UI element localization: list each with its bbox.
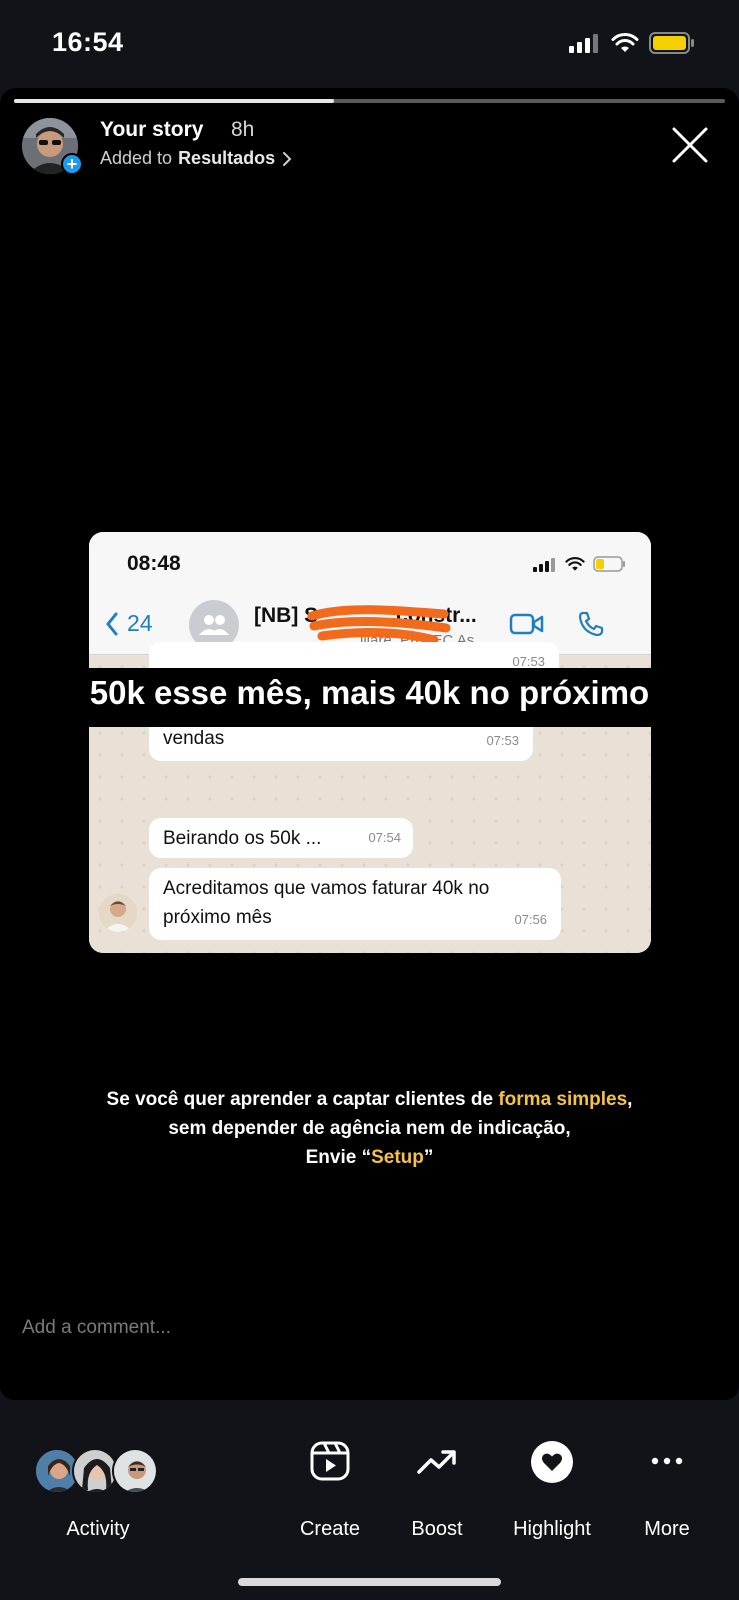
story-progress-bar <box>14 99 725 103</box>
signal-icon <box>533 557 555 572</box>
home-indicator[interactable] <box>238 1578 501 1586</box>
comment-input[interactable]: Add a comment... <box>22 1317 171 1339</box>
tab-highlight[interactable]: Highlight <box>513 1518 591 1541</box>
tab-activity[interactable]: Activity <box>66 1518 129 1541</box>
create-reel-icon[interactable] <box>309 1440 351 1482</box>
story-caption: Se você quer aprender a captar clientes … <box>0 1085 739 1172</box>
tab-boost[interactable]: Boost <box>411 1518 462 1541</box>
chat-back-count: 24 <box>127 610 153 636</box>
added-prefix: Added to <box>100 148 173 168</box>
chat-message: Acreditamos que vamos faturar 40k no pró… <box>149 868 561 940</box>
message-time: 07:54 <box>368 830 401 845</box>
chat-status-icons <box>533 556 627 572</box>
sender-avatar <box>99 894 137 932</box>
battery-icon <box>593 556 625 572</box>
tab-create[interactable]: Create <box>300 1518 360 1541</box>
highlight-name: Resultados <box>178 148 276 168</box>
boost-trend-icon[interactable] <box>415 1440 459 1482</box>
tab-more[interactable]: More <box>644 1518 690 1541</box>
caption-line-2: sem depender de agência nem de indicação… <box>168 1118 571 1139</box>
added-to-highlight-link[interactable]: Added to Resultados <box>100 148 293 169</box>
story-username[interactable]: Your story <box>100 118 203 142</box>
chat-status-time: 08:48 <box>127 552 181 575</box>
chat-back-button: 24 <box>105 610 153 637</box>
caption-line-1: Se você quer aprender a captar clientes … <box>106 1089 633 1110</box>
signal-icon <box>569 34 598 53</box>
video-call-icon <box>509 613 544 635</box>
story-time-ago: 8h <box>231 118 255 141</box>
status-icons <box>569 32 695 54</box>
chat-screenshot: 08:48 24 [NB] S constr... iliare, PROEC … <box>89 532 651 953</box>
message-time: 07:53 <box>486 733 519 748</box>
chat-message: Beirando os 50k ... 07:54 <box>149 818 413 858</box>
phone-call-icon <box>578 611 604 637</box>
wifi-icon <box>565 556 585 571</box>
activity-avatar[interactable] <box>112 1448 158 1494</box>
story-overlay-text: 50k esse mês, mais 40k no próximo <box>89 674 650 711</box>
highlight-heart-icon[interactable] <box>530 1440 574 1484</box>
story-progress-fill <box>14 99 334 103</box>
wifi-icon <box>611 32 639 52</box>
status-time: 16:54 <box>52 27 124 57</box>
more-dots-icon[interactable] <box>647 1440 687 1482</box>
chat-header: 08:48 24 [NB] S constr... iliare, PROEC … <box>89 532 651 655</box>
status-bar: 16:54 <box>0 0 739 88</box>
story-viewer[interactable]: + Your story 8h Added to Resultados 08:4… <box>0 88 739 1400</box>
close-icon[interactable] <box>671 126 709 164</box>
bottom-action-bar: Activity Create Boost Highlight More <box>0 1400 739 1600</box>
caption-line-3: Envie “Setup” <box>305 1147 434 1168</box>
battery-icon <box>649 32 694 54</box>
message-time: 07:56 <box>514 912 547 927</box>
chevron-right-icon <box>283 151 292 166</box>
add-story-badge-icon[interactable]: + <box>61 153 83 175</box>
chevron-left-icon <box>106 612 118 635</box>
